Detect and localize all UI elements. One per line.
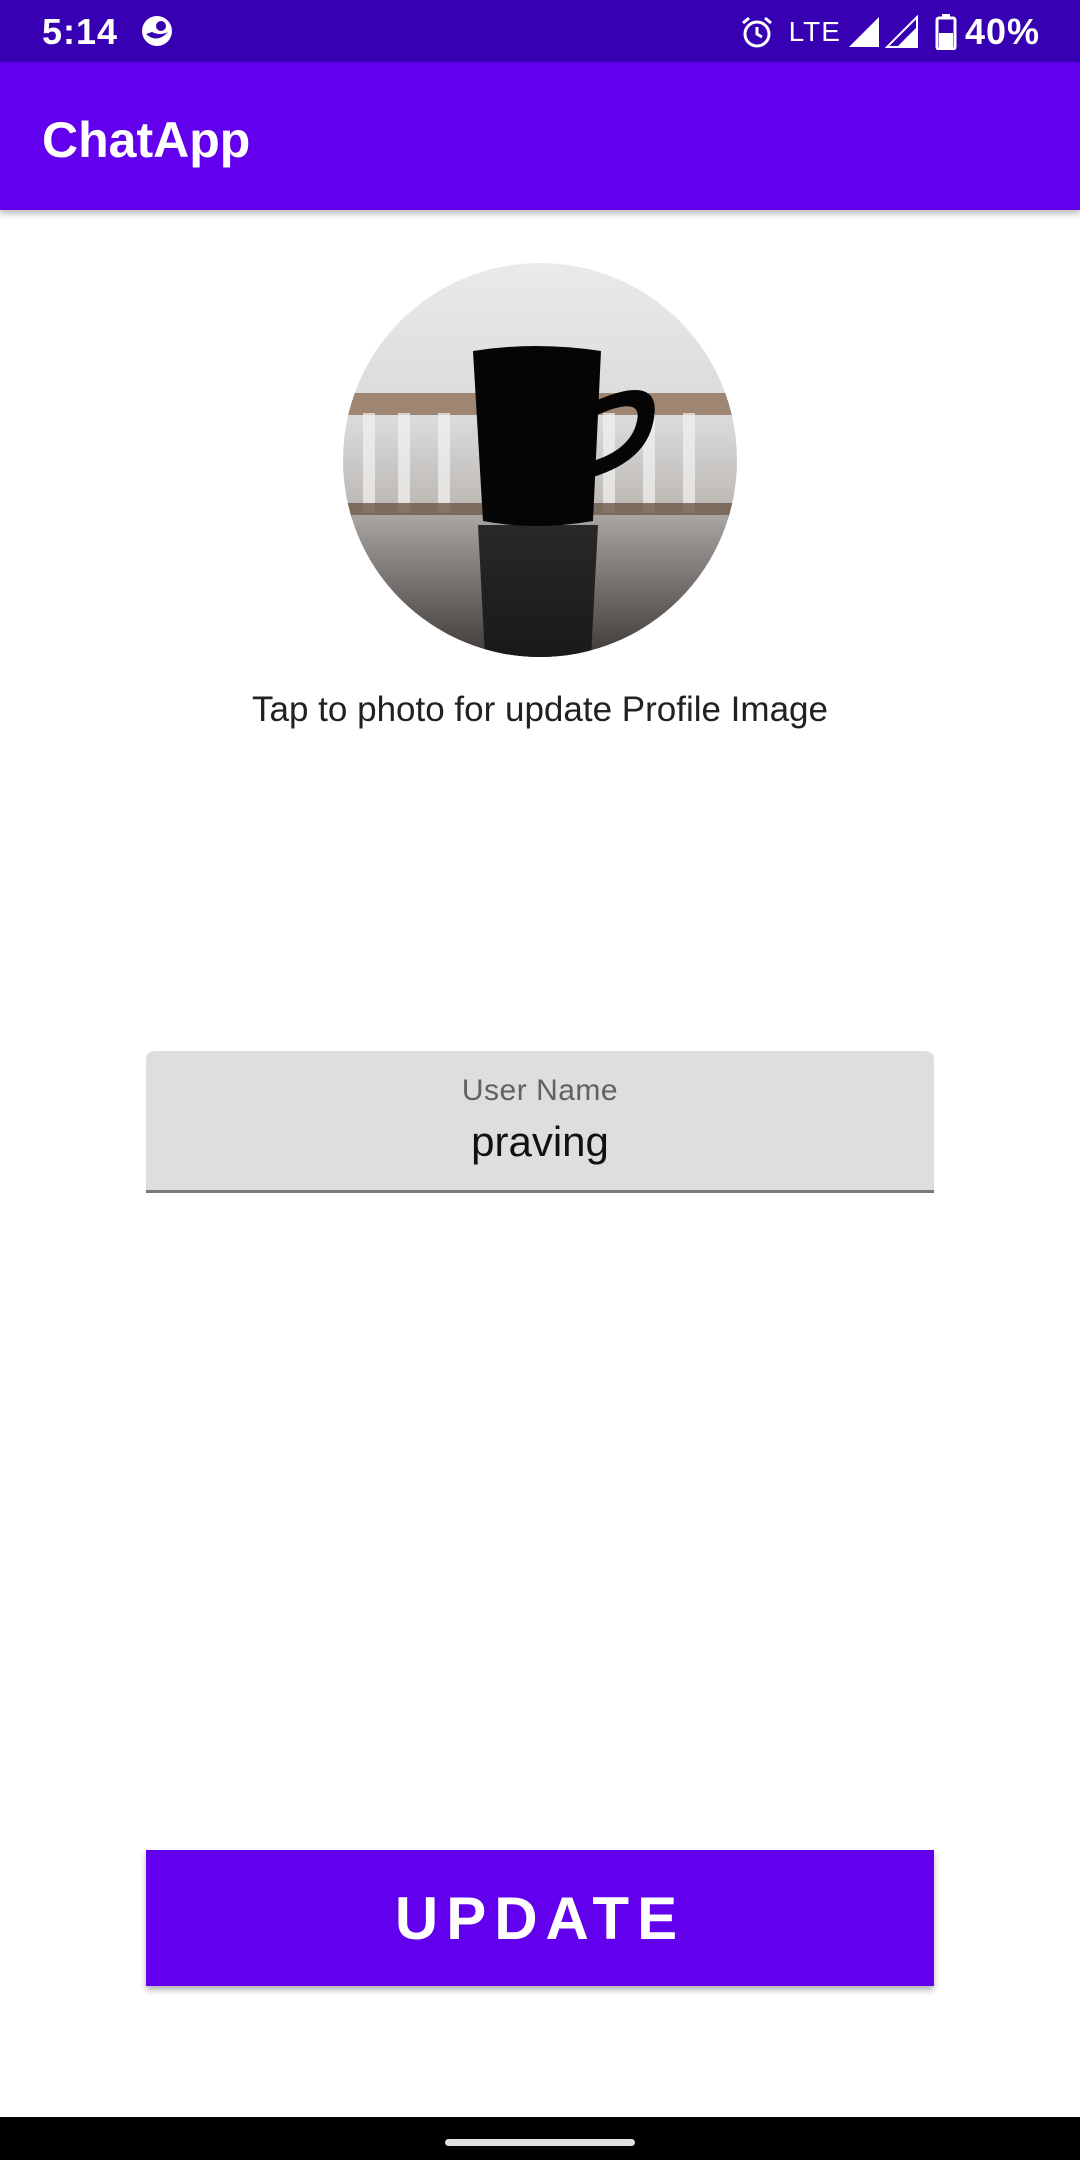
- alarm-icon: [739, 14, 775, 50]
- app-title: ChatApp: [42, 112, 251, 168]
- user-name-label: User Name: [461, 1074, 619, 1107]
- signal-icon: [847, 15, 881, 49]
- battery-icon: [935, 14, 957, 51]
- home-gesture-handle[interactable]: [445, 2139, 635, 2146]
- signal-icon: [884, 14, 919, 49]
- network-type: LTE: [788, 16, 841, 47]
- app-notification-icon: [140, 14, 174, 48]
- status-icons: LTE 40%: [739, 8, 1040, 56]
- update-button[interactable]: UPDATE: [146, 1850, 934, 1986]
- navigation-bar: [0, 2117, 1080, 2160]
- app-bar: ChatApp: [0, 62, 1080, 210]
- user-name-input[interactable]: [146, 1115, 934, 1169]
- status-bar: 5:14 LTE 40%: [0, 0, 1080, 62]
- user-name-field[interactable]: User Name: [146, 1051, 934, 1193]
- profile-image[interactable]: [343, 263, 737, 657]
- profile-image-hint: Tap to photo for update Profile Image: [252, 690, 828, 729]
- battery-percentage: 40%: [964, 11, 1040, 52]
- status-time: 5:14: [42, 11, 119, 52]
